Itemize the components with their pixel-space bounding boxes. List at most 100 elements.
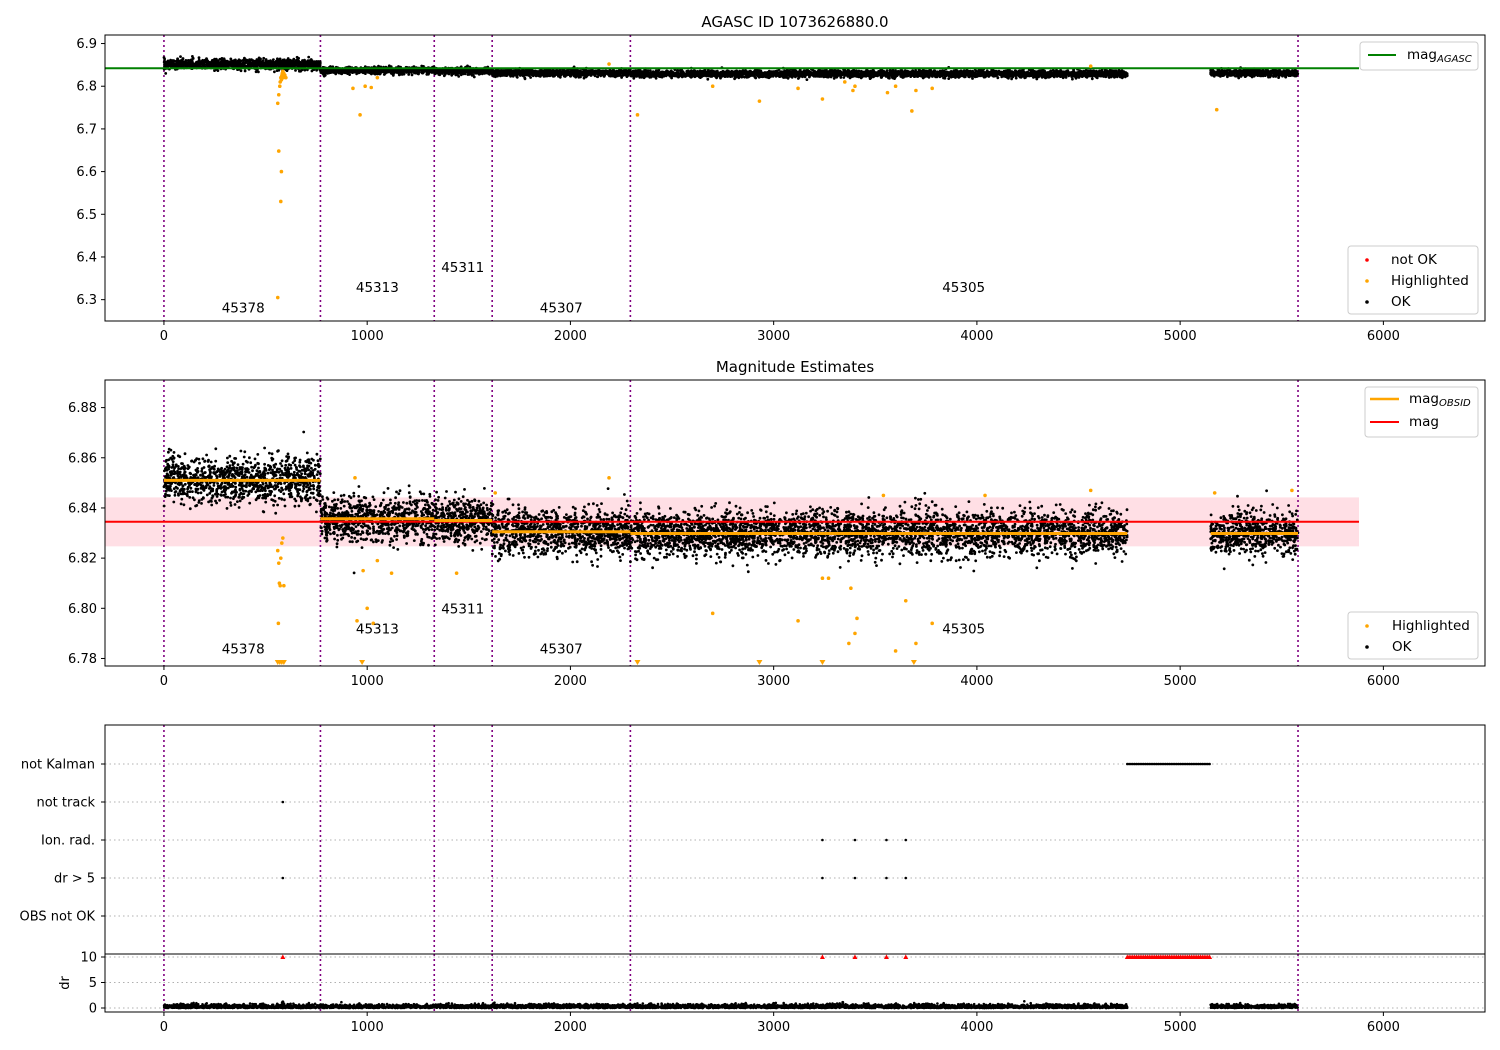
- agasc-ok-point: [196, 60, 200, 64]
- agasc-ok-point: [575, 70, 579, 74]
- agasc-ok-point: [275, 59, 278, 63]
- agasc-ok-point: [348, 73, 351, 76]
- agasc-ok-point: [558, 72, 561, 76]
- agasc-ok-point: [330, 69, 334, 73]
- agasc-ok-point: [410, 73, 414, 77]
- agasc-ok-point: [313, 63, 317, 66]
- agasc-ok-point: [171, 59, 174, 63]
- agasc-ok-point: [583, 75, 587, 79]
- agasc-ok-point: [589, 73, 593, 77]
- agasc-ok-point: [238, 60, 242, 63]
- agasc-ok-point: [212, 62, 216, 65]
- agasc-ok-point: [443, 72, 447, 76]
- agasc-ok-point: [395, 69, 398, 72]
- agasc-ok-point: [459, 73, 463, 77]
- agasc-ok-point: [425, 73, 429, 76]
- agasc-ok-point: [168, 60, 172, 64]
- agasc-ok-point: [164, 72, 168, 75]
- agasc-ok-point: [505, 71, 509, 74]
- agasc-ok-point: [255, 58, 259, 61]
- agasc-ok-point: [456, 69, 460, 73]
- agasc-ok-point: [319, 71, 323, 74]
- agasc-ok-point: [449, 70, 453, 74]
- agasc-ok-point: [288, 61, 291, 64]
- agasc-ok-point: [382, 73, 386, 76]
- agasc-ok-point: [202, 62, 206, 65]
- agasc-ok-point: [618, 74, 621, 77]
- agasc-ok-point: [214, 64, 218, 68]
- agasc-ok-point: [516, 69, 519, 72]
- agasc-ok-point: [566, 70, 570, 74]
- agasc-ok-point: [378, 72, 382, 76]
- agasc-ok-point: [500, 74, 504, 77]
- agasc-ok-point: [542, 74, 546, 78]
- agasc-ok-point: [243, 69, 247, 73]
- agasc-ok-point: [514, 71, 517, 75]
- agasc-ok-point: [314, 60, 318, 63]
- agasc-ok-point: [213, 59, 217, 63]
- agasc-ok-point: [543, 72, 546, 76]
- agasc-ok-point: [564, 72, 567, 76]
- agasc-ok-point: [172, 62, 176, 65]
- agasc-ok-point: [399, 70, 403, 74]
- agasc-ok-point: [281, 63, 284, 67]
- agasc-ok-point: [308, 60, 312, 63]
- agasc-ok-point: [224, 63, 228, 67]
- agasc-ok-point: [245, 60, 248, 64]
- agasc-ok-point: [176, 62, 180, 65]
- agasc-ok-point: [1071, 77, 1074, 81]
- agasc-ok-point: [192, 63, 196, 67]
- agasc-ok-point: [304, 64, 308, 68]
- agasc-ok-point: [251, 64, 255, 68]
- agasc-ok-point: [420, 64, 424, 68]
- agasc-ok-point: [472, 69, 476, 72]
- agasc-ok-point: [583, 68, 587, 72]
- agasc-ok-point: [622, 70, 625, 74]
- agasc-ok-point: [182, 60, 186, 64]
- agasc-ok-point: [290, 63, 294, 67]
- agasc-ok-point: [318, 62, 322, 66]
- agasc-ok-point: [475, 70, 478, 74]
- agasc-ok-point: [390, 70, 394, 73]
- agasc-ok-point: [530, 73, 534, 76]
- agasc-ok-point: [216, 59, 220, 62]
- agasc-ok-point: [416, 69, 420, 72]
- agasc-ok-point: [256, 63, 259, 67]
- agasc-ok-point: [523, 73, 527, 77]
- agasc-ok-point: [392, 72, 395, 76]
- agasc-ok-point: [604, 69, 608, 73]
- agasc-ok-point: [537, 74, 541, 77]
- agasc-ok-point: [333, 68, 337, 72]
- agasc-ok-point: [302, 60, 306, 64]
- agasc-ok-point: [294, 69, 297, 72]
- figure: AGASC ID 1073626880.0 453784531345311453…: [20, 13, 1486, 1035]
- agasc-ok-point: [502, 70, 505, 74]
- agasc-ok-point: [181, 63, 185, 67]
- agasc-ok-point: [477, 70, 481, 74]
- agasc-ok-point: [307, 55, 311, 59]
- agasc-ok-point: [249, 61, 253, 65]
- agasc-ok-point: [221, 59, 224, 63]
- agasc-ok-point: [253, 61, 257, 65]
- agasc-ok-point: [552, 69, 556, 73]
- agasc-ok-point: [597, 72, 600, 75]
- agasc-ok-point: [553, 74, 556, 77]
- agasc-ok-point: [222, 63, 225, 66]
- agasc-ok-point: [450, 73, 454, 77]
- agasc-ok-point: [292, 57, 296, 61]
- agasc-ok-point: [278, 59, 282, 63]
- agasc-ok-point: [491, 71, 494, 75]
- agasc-ok-point: [626, 70, 629, 74]
- agasc-ok-point: [190, 58, 193, 62]
- agasc-ok-point: [561, 72, 565, 76]
- agasc-ok-point: [207, 63, 211, 67]
- agasc-ok-point: [297, 59, 300, 63]
- agasc-ok-point: [273, 70, 276, 74]
- agasc-ok-point: [461, 69, 465, 73]
- agasc-ok-point: [573, 73, 577, 77]
- agasc-ok-point: [178, 59, 182, 63]
- agasc-ok-point: [534, 69, 538, 73]
- agasc-ok-point: [593, 70, 597, 74]
- agasc-ok-point: [165, 62, 168, 65]
- agasc-ok-point: [609, 74, 613, 78]
